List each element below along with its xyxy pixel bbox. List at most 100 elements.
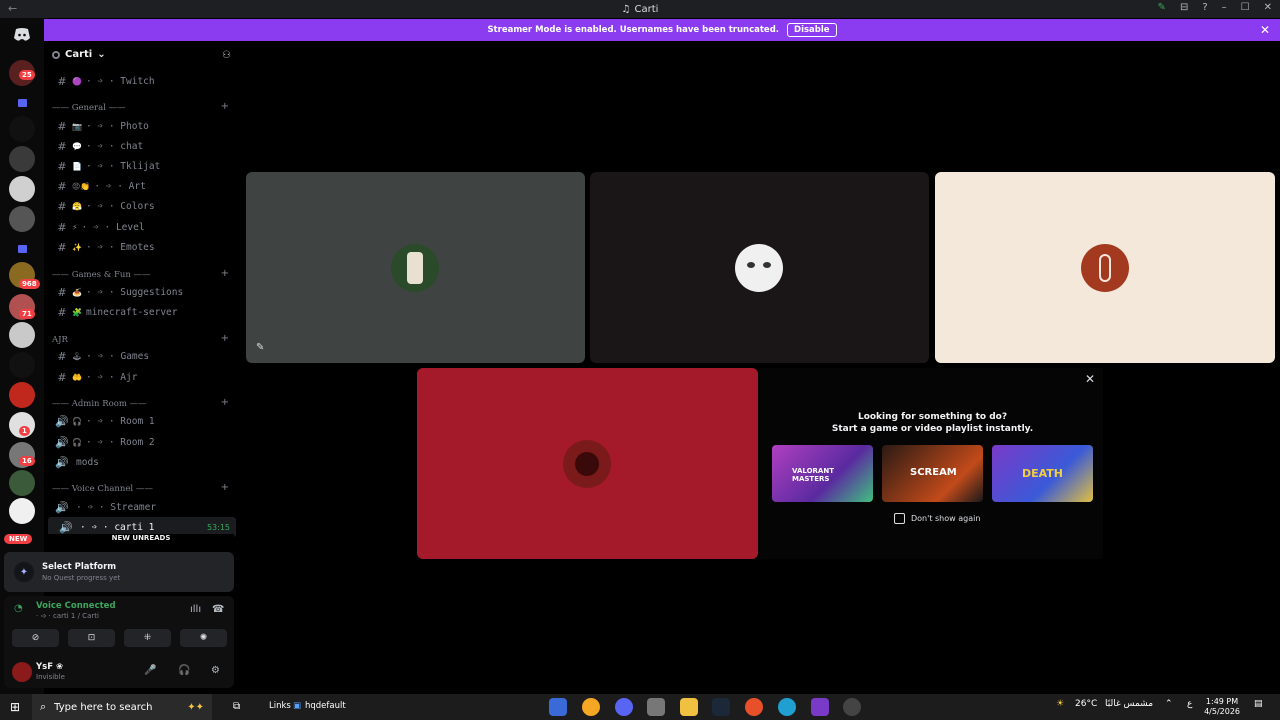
weather-text[interactable]: مشمس غالبًا	[1105, 699, 1153, 709]
weather-icon[interactable]: ☀	[1056, 699, 1064, 709]
voice-channel-path[interactable]: · ➩ · carti 1 / Carti	[36, 612, 99, 620]
add-channel-icon[interactable]: +	[221, 333, 229, 344]
channel-item[interactable]: # 😡👏 · ➩ · Art	[44, 176, 239, 196]
edge-icon[interactable]	[778, 698, 796, 716]
links-toolbar[interactable]: Links	[269, 701, 291, 711]
voice-channel-item[interactable]: 🔊 mods	[44, 452, 239, 472]
app-icon-10[interactable]	[843, 698, 861, 716]
participant-tile[interactable]	[417, 368, 758, 559]
quest-panel[interactable]: ✦ Select Platform No Quest progress yet	[4, 552, 234, 592]
app-icon-9[interactable]	[811, 698, 829, 716]
tray-expand-icon[interactable]: ⌃	[1165, 699, 1173, 709]
app-icon-2[interactable]	[582, 698, 600, 716]
soundboard-button[interactable]: ✺	[180, 629, 227, 647]
voice-channel-item[interactable]: 🔊 🎧 · ➩ · Room 2	[44, 432, 239, 452]
category-games[interactable]: —— Games & Fun ——	[52, 270, 151, 280]
nitro-icon[interactable]: ✎	[1158, 2, 1166, 13]
category-ajr[interactable]: AJR	[52, 335, 68, 345]
add-channel-icon[interactable]: +	[221, 397, 229, 408]
voice-channel-item[interactable]: 🔊 🎧 · ➩ · Room 1	[44, 411, 239, 431]
folder-icon[interactable]	[9, 236, 35, 262]
file-icon[interactable]: ▣	[293, 701, 301, 711]
discord-logo-icon[interactable]	[9, 24, 35, 46]
disable-button[interactable]: Disable	[787, 23, 837, 37]
voice-status[interactable]: Voice Connected	[36, 601, 116, 611]
server-icon-4[interactable]	[9, 176, 35, 202]
weather-temp[interactable]: 26°C	[1075, 699, 1097, 709]
voice-channel-item[interactable]: 🔊 · ➩ · Streamer	[44, 497, 239, 517]
new-badge[interactable]: NEW	[4, 534, 33, 544]
game-card-scream[interactable]: SCREAM	[882, 445, 983, 502]
activities-button[interactable]: ⁜	[124, 629, 171, 647]
language-indicator[interactable]: ع	[1187, 699, 1192, 709]
channel-item[interactable]: # 💬 · ➩ · chat	[44, 136, 239, 156]
channel-item[interactable]: # 📷 · ➩ · Photo	[44, 116, 239, 136]
settings-icon[interactable]: ⚙	[211, 665, 220, 676]
channel-item[interactable]: # ⚡ · ➩ · Level	[44, 217, 239, 237]
channel-item[interactable]: # 🧩 minecraft-server	[44, 302, 239, 322]
add-channel-icon[interactable]: +	[221, 482, 229, 493]
taskbar-clock[interactable]: 1:49 PM 4/5/2026	[1204, 697, 1240, 717]
dont-show-again-checkbox[interactable]: Don't show again	[894, 513, 980, 524]
channel-item[interactable]: # 🍝 · ➩ · Suggestions	[44, 282, 239, 302]
add-channel-icon[interactable]: +	[221, 268, 229, 279]
app-icon-4[interactable]	[647, 698, 665, 716]
app-icon-1[interactable]	[549, 698, 567, 716]
app-icon-7[interactable]	[745, 698, 763, 716]
game-card-death[interactable]: DEATH	[992, 445, 1093, 502]
close-button[interactable]: ✕	[1264, 2, 1272, 13]
maximize-button[interactable]: ☐	[1241, 2, 1250, 13]
category-admin[interactable]: —— Admin Room ——	[52, 399, 147, 409]
checkbox-label: Don't show again	[911, 514, 981, 523]
close-icon[interactable]: ✕	[1085, 372, 1095, 386]
banner-close-icon[interactable]: ✕	[1260, 23, 1270, 37]
server-icon-8[interactable]	[9, 322, 35, 348]
checkbox-icon[interactable]	[894, 513, 905, 524]
taskbar-search[interactable]: ⌕ Type here to search ✦✦	[32, 694, 212, 720]
headset-icon[interactable]: 🎧	[178, 665, 190, 676]
discord-taskbar-icon[interactable]	[615, 698, 633, 716]
server-icon-5[interactable]	[9, 206, 35, 232]
add-member-icon[interactable]: ⚇	[222, 50, 231, 61]
folder-icon[interactable]	[9, 90, 35, 116]
noise-suppression-icon[interactable]: ıllı	[190, 604, 201, 615]
disconnect-icon[interactable]: ☎	[212, 604, 224, 615]
channel-item[interactable]: # 🕹 · ➩ · Games	[44, 346, 239, 366]
category-general[interactable]: —— General ——	[52, 103, 126, 113]
server-icon-14[interactable]	[9, 498, 35, 524]
participant-tile[interactable]	[935, 172, 1275, 363]
server-icon-13[interactable]	[9, 470, 35, 496]
participant-tile[interactable]: ✎	[246, 172, 585, 363]
channel-item[interactable]: # 📄 · ➩ · Tklijat	[44, 156, 239, 176]
category-voice[interactable]: —— Voice Channel ——	[52, 484, 153, 494]
notification-icon[interactable]: ▤	[1254, 699, 1263, 709]
channel-item[interactable]: # ✨ · ➩ · Emotes	[44, 237, 239, 257]
inbox-icon[interactable]: ⊟	[1180, 2, 1188, 13]
channel-item[interactable]: # 🤲 · ➩ · Ajr	[44, 367, 239, 387]
new-unreads-bar[interactable]: NEW UNREADS	[48, 534, 234, 545]
camera-off-button[interactable]: ⊘	[12, 629, 59, 647]
file-explorer-icon[interactable]	[680, 698, 698, 716]
screen-share-button[interactable]: ⊡	[68, 629, 115, 647]
server-icon-3[interactable]	[9, 146, 35, 172]
channel-item[interactable]: # 🟣 · ➩ · Twitch	[44, 71, 239, 91]
add-channel-icon[interactable]: +	[221, 101, 229, 112]
steam-icon[interactable]	[712, 698, 730, 716]
signal-icon[interactable]: ◔	[14, 603, 23, 614]
help-icon[interactable]: ?	[1202, 2, 1207, 13]
server-icon-9[interactable]	[9, 352, 35, 378]
hqdefault-file[interactable]: hqdefault	[305, 701, 346, 711]
participant-tile[interactable]	[590, 172, 929, 363]
server-icon-10[interactable]	[9, 382, 35, 408]
channel-item[interactable]: # 😤 · ➩ · Colors	[44, 196, 239, 216]
server-header[interactable]: Carti ⌄	[52, 49, 106, 60]
avatar[interactable]	[12, 662, 32, 682]
server-icon-2[interactable]	[9, 116, 35, 142]
username[interactable]: YsF ❀	[36, 662, 63, 672]
windows-start-icon[interactable]: ⊞	[10, 700, 20, 714]
task-view-icon[interactable]: ⧉	[233, 701, 240, 712]
mic-icon[interactable]: 🎤	[144, 665, 156, 676]
game-card-valorant[interactable]: VALORANT MASTERS	[772, 445, 873, 502]
back-icon[interactable]: ←	[8, 2, 17, 15]
minimize-button[interactable]: –	[1222, 2, 1227, 13]
